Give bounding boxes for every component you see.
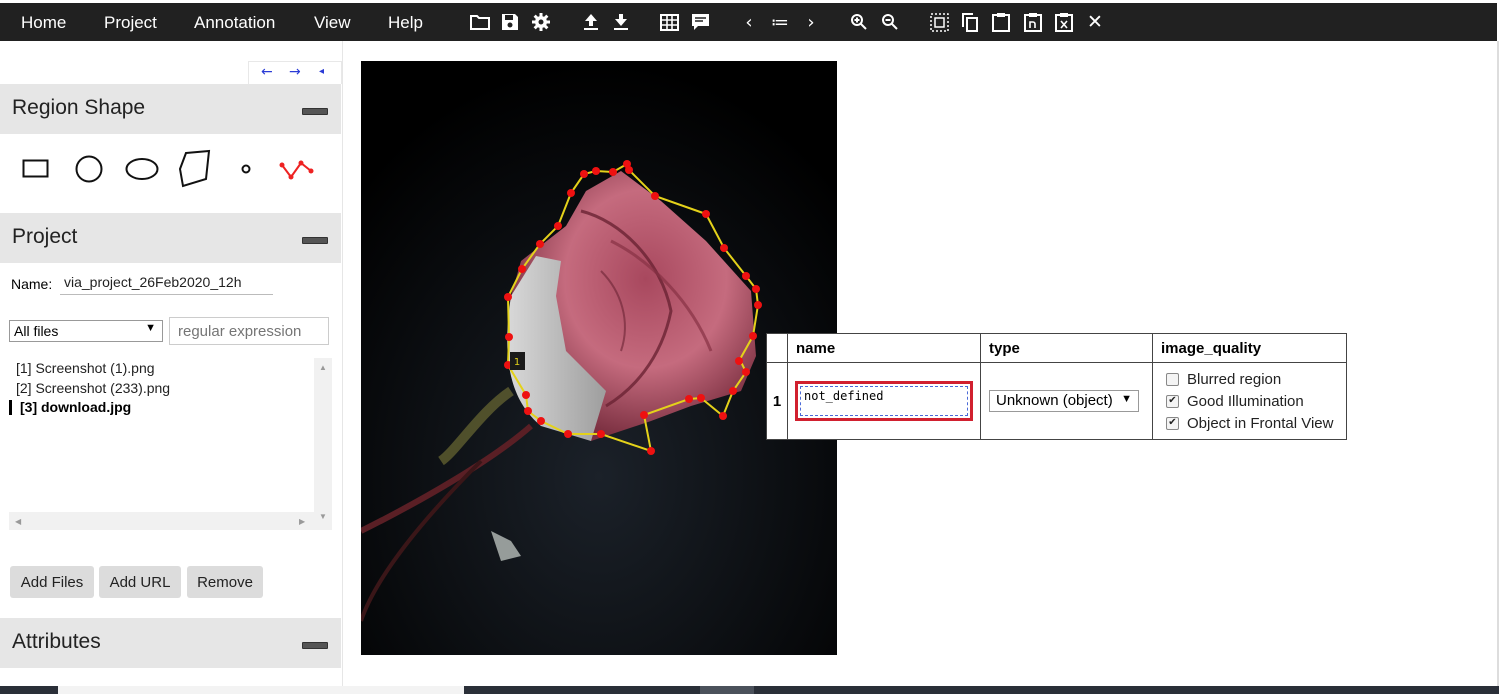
region-id-label: 1 <box>514 357 520 368</box>
regex-filter-input[interactable] <box>169 317 329 345</box>
scroll-right-icon[interactable]: ▶ <box>299 517 305 526</box>
collapse-project-icon[interactable] <box>302 237 328 244</box>
file-filter-select[interactable]: All files ▼ <box>9 320 163 342</box>
file-list-item-active[interactable]: [3] download.jpg <box>20 399 131 415</box>
menu-view[interactable]: View <box>314 13 351 33</box>
zoom-out-icon[interactable] <box>878 9 902 35</box>
folder-open-icon[interactable] <box>468 9 492 35</box>
region-attribute-editor: name type image_quality 1 Unknown (objec… <box>766 333 1347 440</box>
name-cell <box>787 362 981 440</box>
project-header[interactable]: Project <box>0 213 341 263</box>
image-quality-option[interactable]: Blurred region <box>1153 368 1346 390</box>
polyline-shape-icon[interactable] <box>278 155 316 183</box>
chevron-down-icon: ▼ <box>145 322 156 334</box>
scroll-left-icon[interactable]: ◀ <box>15 517 21 526</box>
project-title: Project <box>12 225 78 248</box>
circle-shape-icon[interactable] <box>74 154 104 184</box>
collapse-region-shape-icon[interactable] <box>302 108 328 115</box>
option-label: Object in Frontal View <box>1187 414 1334 432</box>
checkbox-unchecked[interactable] <box>1166 372 1179 386</box>
file-list: [1] Screenshot (1).png [2] Screenshot (2… <box>9 358 332 530</box>
project-name-input[interactable] <box>60 270 273 295</box>
menu-home[interactable]: Home <box>21 13 66 33</box>
attributes-header[interactable]: Attributes <box>0 618 341 668</box>
copy-icon[interactable] <box>958 9 982 35</box>
option-label: Good Illumination <box>1187 392 1304 410</box>
polygon-shape-icon[interactable] <box>176 149 212 189</box>
project-name-label: Name: <box>11 276 53 292</box>
type-column-header: type <box>980 333 1153 363</box>
region-shape-header[interactable]: Region Shape <box>0 84 341 134</box>
file-list-item[interactable]: [2] Screenshot (233).png <box>16 380 170 396</box>
remove-button[interactable]: Remove <box>187 566 263 598</box>
type-select-value: Unknown (object) <box>996 392 1113 409</box>
image-quality-column-header: image_quality <box>1152 333 1347 363</box>
image-quality-option[interactable]: ✔ Good Illumination <box>1153 390 1346 412</box>
list-icon[interactable]: ≔ <box>768 9 792 35</box>
select-all-icon[interactable] <box>927 9 951 35</box>
taskbar-segment <box>58 686 464 694</box>
checkbox-checked[interactable]: ✔ <box>1166 416 1179 430</box>
active-file-marker <box>9 400 12 415</box>
region-name-input[interactable] <box>800 386 968 416</box>
add-url-button[interactable]: Add URL <box>99 566 181 598</box>
type-select[interactable]: Unknown (object) ▼ <box>989 390 1139 412</box>
scroll-up-icon[interactable]: ▲ <box>319 363 327 372</box>
menu-project[interactable]: Project <box>104 13 157 33</box>
paste-icon[interactable] <box>989 9 1013 35</box>
download-icon[interactable] <box>609 9 633 35</box>
paste-n-icon[interactable] <box>1021 9 1045 35</box>
attributes-title: Attributes <box>12 630 101 653</box>
file-filter-value: All files <box>14 323 59 339</box>
image-quality-cell: Blurred region ✔ Good Illumination ✔ Obj… <box>1152 362 1347 440</box>
menu-help[interactable]: Help <box>388 13 423 33</box>
rectangle-shape-icon[interactable] <box>22 159 50 179</box>
grid-icon[interactable] <box>657 9 681 35</box>
top-menu-bar: Home Project Annotation View Help ‹ ≔ › <box>0 3 1497 41</box>
arrow-right-icon[interactable]: → <box>289 64 301 80</box>
point-shape-icon[interactable] <box>240 163 252 175</box>
prev-icon[interactable]: ‹ <box>737 9 761 35</box>
scroll-down-icon[interactable]: ▼ <box>319 512 327 521</box>
sidebar-nav: ← → ◂ <box>248 61 342 84</box>
name-column-header: name <box>787 333 981 363</box>
save-icon[interactable] <box>498 9 522 35</box>
next-icon[interactable]: › <box>799 9 823 35</box>
name-field-highlight <box>795 381 973 421</box>
type-cell: Unknown (object) ▼ <box>980 362 1153 440</box>
left-sidebar: ← → ◂ Region Shape Project Name: All fil… <box>0 41 343 686</box>
image-quality-option[interactable]: ✔ Object in Frontal View <box>1153 412 1346 434</box>
chevron-down-icon: ▼ <box>1121 393 1132 405</box>
add-files-button[interactable]: Add Files <box>10 566 94 598</box>
menu-annotation[interactable]: Annotation <box>194 13 275 33</box>
file-list-vertical-scrollbar[interactable]: ▲ ▼ <box>314 358 332 530</box>
option-label: Blurred region <box>1187 370 1282 388</box>
ellipse-shape-icon[interactable] <box>124 157 160 181</box>
settings-icon[interactable] <box>529 9 553 35</box>
checkbox-checked[interactable]: ✔ <box>1166 394 1179 408</box>
arrow-left-icon[interactable]: ← <box>261 64 273 80</box>
taskbar-strip <box>0 686 1499 694</box>
delete-region-icon[interactable] <box>1052 9 1076 35</box>
region-shape-title: Region Shape <box>12 96 146 119</box>
index-header <box>766 333 788 363</box>
close-icon[interactable]: ✕ <box>1083 9 1107 35</box>
file-list-item[interactable]: [1] Screenshot (1).png <box>16 360 155 376</box>
row-index: 1 <box>766 362 788 440</box>
shape-selector <box>0 133 341 213</box>
collapse-attributes-icon[interactable] <box>302 642 328 649</box>
taskbar-segment <box>700 686 754 694</box>
file-list-horizontal-scrollbar[interactable]: ◀ ▶ <box>9 512 314 530</box>
comment-icon[interactable] <box>688 9 712 35</box>
collapse-sidebar-icon[interactable]: ◂ <box>319 66 324 77</box>
zoom-in-icon[interactable] <box>847 9 871 35</box>
upload-icon[interactable] <box>579 9 603 35</box>
